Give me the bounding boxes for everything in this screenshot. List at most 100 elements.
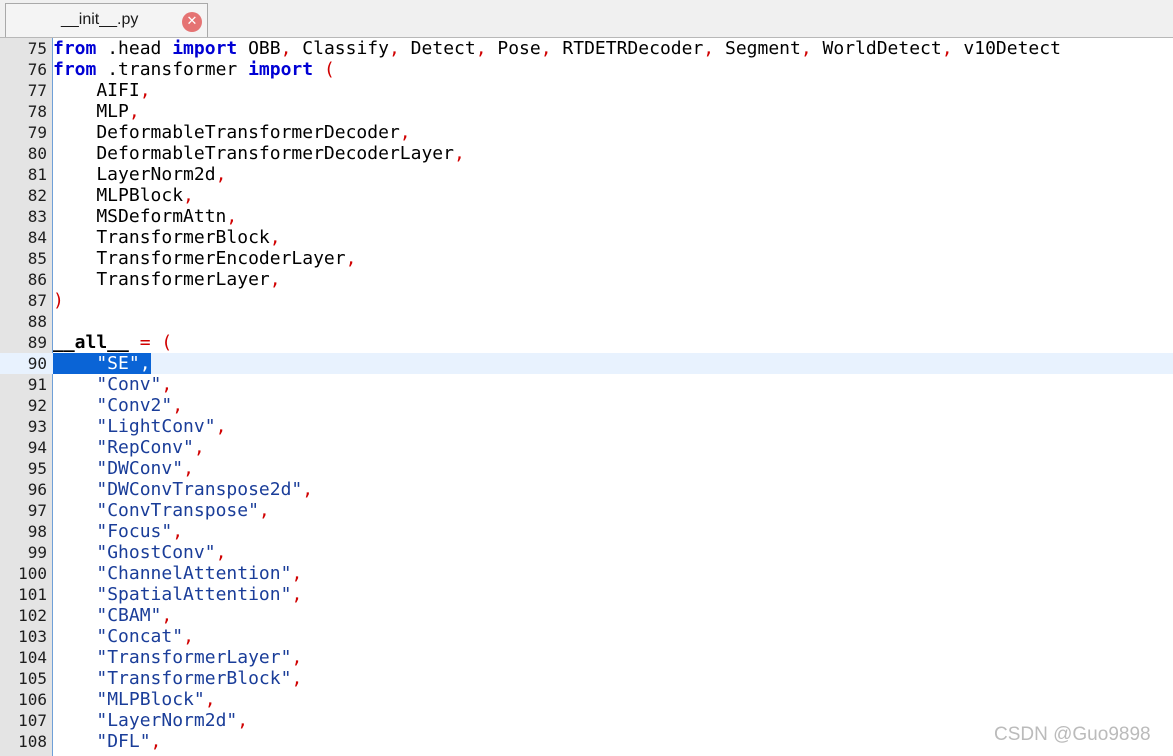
code-token: "ChannelAttention"	[96, 563, 292, 584]
code-text: "LightConv",	[53, 416, 226, 437]
tab-bar: __init__.py ✕	[0, 0, 1173, 38]
code-line[interactable]: 85 TransformerEncoderLayer,	[0, 248, 1173, 269]
code-line[interactable]: 90 "SE",	[0, 353, 1173, 374]
code-line[interactable]: 101 "SpatialAttention",	[0, 584, 1173, 605]
code-line[interactable]: 94 "RepConv",	[0, 437, 1173, 458]
code-token: "DWConvTranspose2d"	[96, 479, 303, 500]
code-token: "TransformerLayer"	[96, 647, 292, 668]
code-line[interactable]: 87)	[0, 290, 1173, 311]
code-line[interactable]: 84 TransformerBlock,	[0, 227, 1173, 248]
code-line[interactable]: 79 DeformableTransformerDecoder,	[0, 122, 1173, 143]
code-token: )	[53, 290, 64, 311]
code-token: ,	[302, 479, 314, 500]
code-token: LayerNorm2d	[53, 164, 216, 185]
code-line[interactable]: 83 MSDeformAttn,	[0, 206, 1173, 227]
code-line[interactable]: 82 MLPBlock,	[0, 185, 1173, 206]
line-number: 83	[27, 207, 47, 226]
tab-init-py[interactable]: __init__.py ✕	[5, 3, 208, 37]
code-text: "ConvTranspose",	[53, 500, 270, 521]
code-token: MLP	[53, 101, 129, 122]
code-line[interactable]: 86 TransformerLayer,	[0, 269, 1173, 290]
code-line[interactable]: 104 "TransformerLayer",	[0, 647, 1173, 668]
line-number: 76	[27, 60, 47, 79]
code-editor[interactable]: 75 from .head import OBB, Classify, Detec…	[0, 38, 1173, 756]
line-number: 80	[27, 144, 47, 163]
code-line[interactable]: 97 "ConvTranspose",	[0, 500, 1173, 521]
code-text: DeformableTransformerDecoderLayer,	[53, 143, 464, 164]
code-line[interactable]: 100 "ChannelAttention",	[0, 563, 1173, 584]
code-line[interactable]: 80 DeformableTransformerDecoderLayer,	[0, 143, 1173, 164]
line-number: 104	[18, 648, 47, 667]
code-line[interactable]: 102 "CBAM",	[0, 605, 1173, 626]
code-line[interactable]: 98 "Focus",	[0, 521, 1173, 542]
close-icon[interactable]: ✕	[182, 12, 202, 32]
code-token: __all__	[53, 332, 129, 353]
code-text: )	[53, 290, 64, 311]
line-number: 106	[18, 690, 47, 709]
code-token: TransformerLayer	[53, 269, 270, 290]
code-line[interactable]: 92 "Conv2",	[0, 395, 1173, 416]
watermark: CSDN @Guo9898	[994, 724, 1151, 745]
code-line[interactable]: 81 LayerNorm2d,	[0, 164, 1173, 185]
code-line[interactable]: 103 "Concat",	[0, 626, 1173, 647]
code-token: ,	[399, 122, 411, 143]
code-line[interactable]: 77 AIFI,	[0, 80, 1173, 101]
code-token: "MLPBlock"	[96, 689, 205, 710]
code-line[interactable]: 76 from .transformer import (	[0, 59, 1173, 80]
code-token: "SE"	[53, 353, 140, 374]
code-line[interactable]: 96 "DWConvTranspose2d",	[0, 479, 1173, 500]
code-token: ,	[204, 689, 216, 710]
code-token: from	[53, 59, 97, 80]
code-line[interactable]: 78 MLP,	[0, 101, 1173, 122]
code-token: "LayerNorm2d"	[96, 710, 238, 731]
tab-title: __init__.py	[61, 11, 139, 28]
code-token: OBB	[237, 38, 281, 59]
code-token: "Focus"	[96, 521, 173, 542]
code-token: ,	[800, 38, 812, 59]
code-line[interactable]: 95 "DWConv",	[0, 458, 1173, 479]
code-line[interactable]: 99 "GhostConv",	[0, 542, 1173, 563]
code-token: Segment	[714, 38, 801, 59]
line-number: 75	[27, 39, 47, 58]
code-token: "Concat"	[96, 626, 184, 647]
line-number: 91	[27, 375, 47, 394]
code-line[interactable]: 106 "MLPBlock",	[0, 689, 1173, 710]
line-number: 108	[18, 732, 47, 751]
code-token: ,	[215, 416, 227, 437]
code-token: ,	[475, 38, 487, 59]
code-line[interactable]: 93 "LightConv",	[0, 416, 1173, 437]
code-text: MLP,	[53, 101, 139, 122]
code-line[interactable]: 91 "Conv",	[0, 374, 1173, 395]
code-text: __all__ = (	[53, 332, 172, 353]
line-number: 85	[27, 249, 47, 268]
line-number: 101	[18, 585, 47, 604]
code-line[interactable]: 75 from .head import OBB, Classify, Detec…	[0, 38, 1173, 59]
code-token: MSDeformAttn	[53, 206, 227, 227]
code-token: from	[53, 38, 97, 59]
code-text: TransformerLayer,	[53, 269, 280, 290]
code-token: .head	[96, 38, 173, 59]
code-token: ,	[161, 605, 173, 626]
code-token: ,	[291, 563, 303, 584]
code-text: "DWConvTranspose2d",	[53, 479, 313, 500]
code-line[interactable]: 89 __all__ = (	[0, 332, 1173, 353]
line-number: 90	[27, 354, 47, 373]
code-line[interactable]: 105 "TransformerBlock",	[0, 668, 1173, 689]
code-line[interactable]: 88	[0, 311, 1173, 332]
line-number: 99	[27, 543, 47, 562]
code-text: "SE",	[53, 353, 151, 374]
code-token: DeformableTransformerDecoder	[53, 122, 400, 143]
code-token: ,	[703, 38, 715, 59]
code-token: ,	[258, 500, 270, 521]
code-token: ,	[172, 521, 184, 542]
code-token: Classify	[291, 38, 389, 59]
